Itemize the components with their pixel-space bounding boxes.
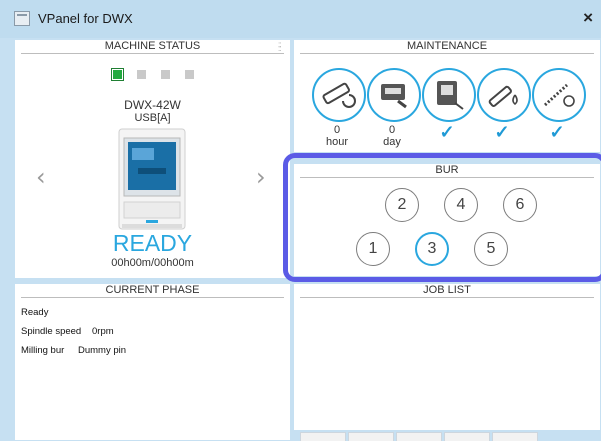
cleaning-days-unit: day [383, 136, 401, 148]
spindle-oil-icon[interactable] [477, 68, 531, 122]
title-bar: VPanel for DWX × [0, 0, 601, 38]
prev-machine-arrow[interactable]: ‹ [36, 163, 46, 191]
spindle-speed-label: Spindle speed [21, 326, 82, 337]
milling-bur-label: Milling bur [21, 345, 65, 356]
divider [300, 53, 594, 54]
machine-image [118, 128, 186, 230]
spindle-hours-value: 0 [333, 124, 341, 136]
current-phase-panel: CURRENT PHASE [15, 284, 290, 440]
machine-slot-1[interactable] [111, 68, 124, 81]
divider [21, 53, 284, 54]
machine-slot-3[interactable] [161, 70, 170, 79]
next-machine-arrow[interactable]: › [256, 163, 266, 191]
app-icon [14, 11, 30, 26]
cleaning-days-value: 0 [388, 124, 396, 136]
machine-connection: USB[A] [134, 112, 171, 124]
machine-slot-2[interactable] [137, 70, 146, 79]
divider [21, 297, 284, 298]
milling-bur-value: Dummy pin [78, 345, 127, 356]
job-list-panel: JOB LIST [294, 284, 600, 430]
bur-maintenance-icon[interactable] [532, 68, 586, 122]
machine-model: DWX-42W [124, 98, 181, 112]
window-title: VPanel for DWX [38, 11, 133, 26]
check-icon: ✓ [549, 122, 565, 142]
check-icon: ✓ [439, 122, 455, 142]
bur-highlight-frame [283, 153, 601, 282]
dust-collector-icon[interactable] [422, 68, 476, 122]
drag-grip-icon[interactable]: :::: [278, 41, 285, 53]
machine-state: READY [112, 230, 193, 256]
spindle-rotate-icon[interactable] [312, 68, 366, 122]
maintenance-header: MAINTENANCE [406, 40, 488, 52]
cleaning-machine-icon[interactable] [367, 68, 421, 122]
divider [300, 297, 594, 298]
current-phase-header: CURRENT PHASE [105, 284, 200, 296]
spindle-speed-value: 0rpm [92, 326, 114, 337]
phase-status: Ready [21, 307, 49, 318]
spindle-hours-unit: hour [325, 136, 349, 148]
machine-status-header: MACHINE STATUS [104, 40, 201, 52]
job-list-header: JOB LIST [423, 284, 471, 296]
close-icon[interactable]: × [583, 8, 593, 28]
machine-slot-4[interactable] [185, 70, 194, 79]
check-icon: ✓ [494, 122, 510, 142]
machine-time: 00h00m/00h00m [111, 257, 194, 269]
